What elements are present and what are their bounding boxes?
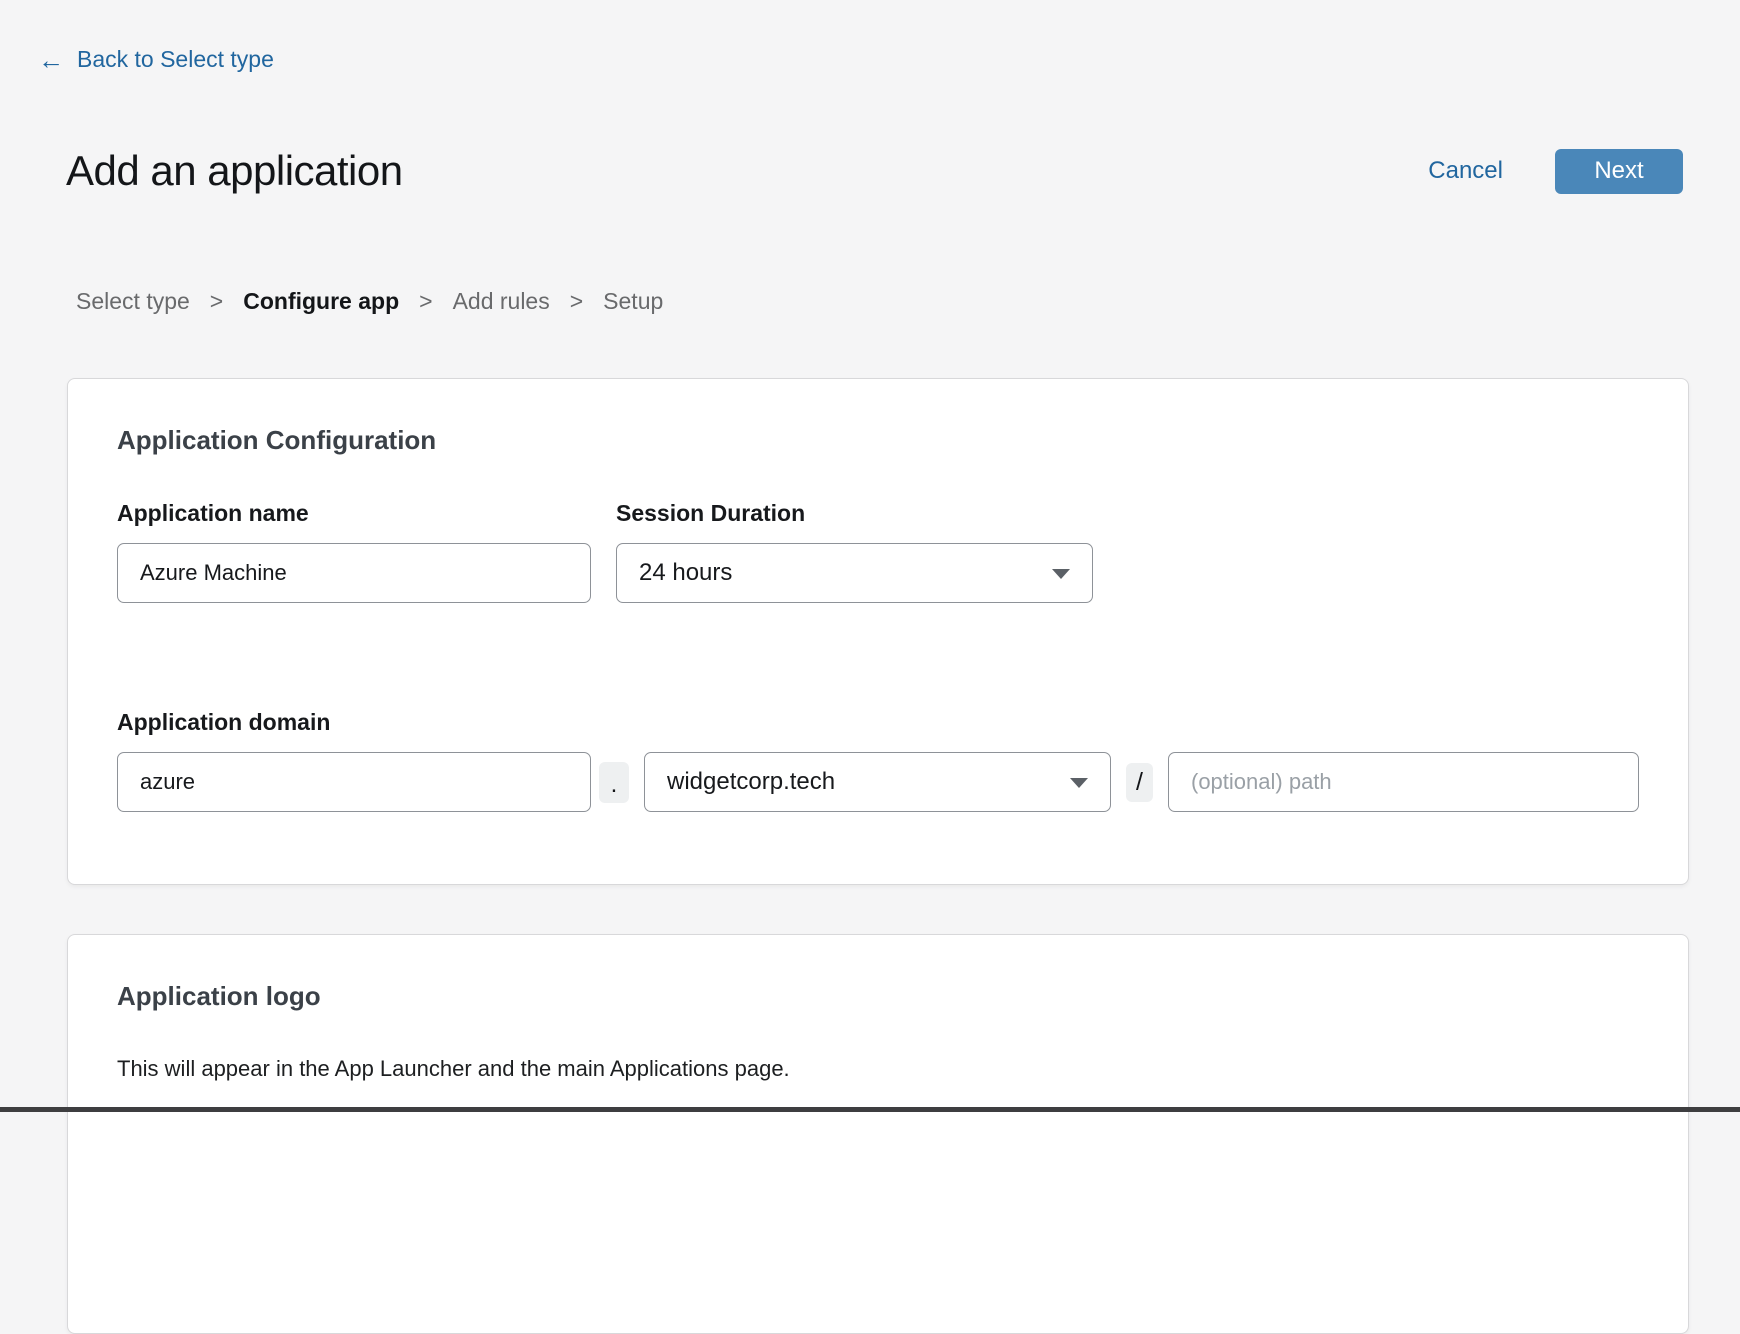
session-duration-value: 24 hours <box>639 559 732 587</box>
path-input[interactable] <box>1168 752 1639 812</box>
name-session-row: Application name Session Duration 24 hou… <box>117 500 1639 603</box>
breadcrumb-separator: > <box>570 288 583 315</box>
breadcrumb-step-setup[interactable]: Setup <box>603 288 663 315</box>
breadcrumb-step-select-type[interactable]: Select type <box>76 288 190 315</box>
page-header: Add an application Cancel Next <box>66 140 1683 202</box>
subdomain-input[interactable] <box>117 752 591 812</box>
application-name-input[interactable] <box>117 543 591 603</box>
breadcrumb-step-configure-app[interactable]: Configure app <box>243 288 399 315</box>
application-configuration-card: Application Configuration Application na… <box>67 378 1689 885</box>
application-configuration-title: Application Configuration <box>117 379 1639 456</box>
back-arrow-icon: ← <box>38 47 64 73</box>
page-title: Add an application <box>66 147 403 195</box>
back-to-select-type-link[interactable]: ← Back to Select type <box>38 46 274 73</box>
back-link-label: Back to Select type <box>77 46 274 73</box>
breadcrumb-separator: > <box>210 288 223 315</box>
header-actions: Cancel Next <box>1428 149 1683 194</box>
application-domain-label: Application domain <box>117 709 1639 736</box>
breadcrumb-step-add-rules[interactable]: Add rules <box>453 288 550 315</box>
application-domain-row: . widgetcorp.tech / <box>117 752 1639 812</box>
chevron-down-icon <box>1070 778 1088 788</box>
domain-select[interactable]: widgetcorp.tech <box>644 752 1111 812</box>
breadcrumb: Select type > Configure app > Add rules … <box>76 288 663 315</box>
session-duration-label: Session Duration <box>616 500 1093 527</box>
screen-bottom-edge <box>0 1107 1740 1112</box>
session-duration-select[interactable]: 24 hours <box>616 543 1093 603</box>
domain-select-value: widgetcorp.tech <box>667 768 835 796</box>
application-logo-title: Application logo <box>117 935 1639 1012</box>
breadcrumb-separator: > <box>419 288 432 315</box>
session-duration-field-group: Session Duration 24 hours <box>616 500 1093 603</box>
application-name-field-group: Application name <box>117 500 591 603</box>
dot-separator: . <box>599 762 629 803</box>
cancel-button[interactable]: Cancel <box>1428 157 1503 185</box>
application-logo-card: Application logo This will appear in the… <box>67 934 1689 1334</box>
next-button[interactable]: Next <box>1555 149 1683 194</box>
application-name-label: Application name <box>117 500 591 527</box>
subdomain-field-wrap <box>117 752 591 812</box>
chevron-down-icon <box>1052 569 1070 579</box>
slash-separator: / <box>1126 763 1153 802</box>
application-logo-description: This will appear in the App Launcher and… <box>117 1056 1639 1082</box>
path-field-wrap <box>1168 752 1639 812</box>
